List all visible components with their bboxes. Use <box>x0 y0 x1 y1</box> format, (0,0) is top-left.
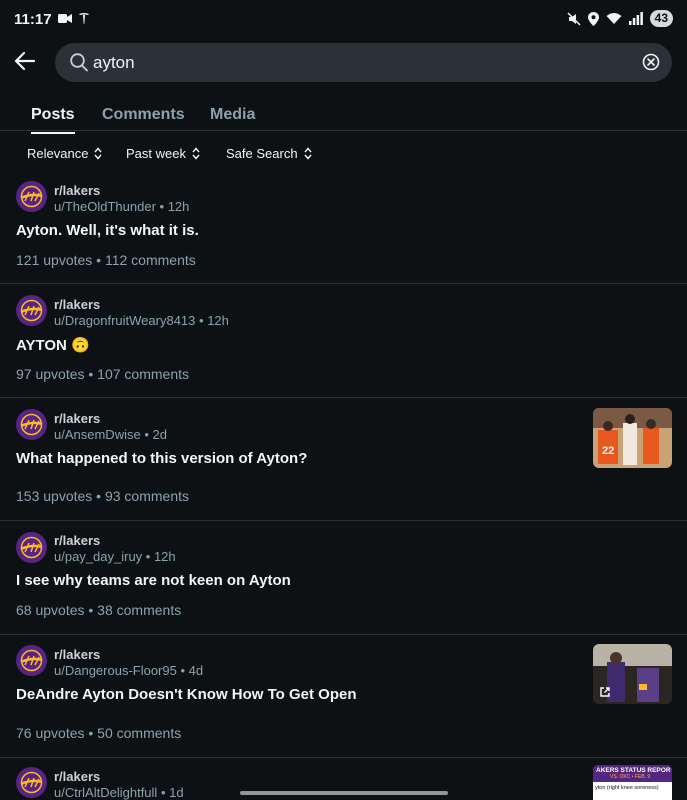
subreddit-avatar <box>16 767 47 798</box>
status-left-icons <box>58 12 90 24</box>
tesla-icon <box>79 13 89 24</box>
clear-icon[interactable] <box>642 53 660 71</box>
subreddit-avatar <box>16 181 47 212</box>
subreddit-avatar <box>16 409 47 440</box>
post-title: AYTON 🙃 <box>16 337 90 354</box>
tab-comments[interactable]: Comments <box>102 106 185 124</box>
video-camera-icon <box>58 13 72 23</box>
post-age: 4d <box>188 663 204 678</box>
status-time: 11:17 <box>14 11 52 28</box>
post-author[interactable]: u/CtrlAltDelightfull <box>54 785 157 800</box>
sort-filter[interactable]: Relevance <box>27 146 102 161</box>
post-meta: u/AnsemDwise • 2d <box>54 427 167 442</box>
lakers-logo-icon <box>20 185 43 208</box>
battery-indicator: 43 <box>649 10 673 27</box>
mute-icon <box>567 11 581 26</box>
chevron-up-down-icon <box>94 147 102 160</box>
time-filter-label: Past week <box>126 146 186 161</box>
search-input[interactable] <box>93 43 633 82</box>
subreddit-name[interactable]: r/lakers <box>54 297 100 312</box>
post-stats: 97 upvotes • 107 comments <box>16 366 189 382</box>
lakers-logo-icon <box>20 771 43 794</box>
search-tabs: Posts Comments Media <box>0 100 687 134</box>
arrow-left-icon <box>14 51 36 71</box>
status-right-icons: 43 <box>567 10 673 27</box>
post-author[interactable]: u/Dangerous-Floor95 <box>54 663 177 678</box>
lakers-logo-icon <box>20 536 43 559</box>
subreddit-avatar <box>16 645 47 676</box>
subreddit-avatar <box>16 295 47 326</box>
post-author[interactable]: u/TheOldThunder <box>54 199 156 214</box>
subreddit-name[interactable]: r/lakers <box>54 183 100 198</box>
basketball-photo: 22 <box>593 408 672 468</box>
status-report-subtitle: VS. OKC • FEB. 9 <box>610 774 651 780</box>
lakers-logo-icon <box>20 413 43 436</box>
post-meta: u/TheOldThunder • 12h <box>54 199 190 214</box>
chevron-up-down-icon <box>304 147 312 160</box>
subreddit-avatar <box>16 532 47 563</box>
location-icon <box>587 11 599 26</box>
subreddit-name[interactable]: r/lakers <box>54 411 100 426</box>
safe-search-filter-label: Safe Search <box>226 146 298 161</box>
post-title: Ayton. Well, it's what it is. <box>16 222 199 239</box>
post-age: 1d <box>169 785 184 800</box>
post-age: 12h <box>167 199 190 214</box>
post-meta: u/CtrlAltDelightfull • 1d <box>54 785 184 800</box>
chevron-up-down-icon <box>192 147 200 160</box>
filter-bar: Relevance Past week Safe Search <box>0 146 687 166</box>
post-meta: u/Dangerous-Floor95 • 4d <box>54 663 204 678</box>
tab-posts[interactable]: Posts <box>31 106 75 134</box>
lakers-logo-icon <box>20 649 43 672</box>
signal-icon <box>628 12 643 25</box>
subreddit-name[interactable]: r/lakers <box>54 533 100 548</box>
post-author[interactable]: u/pay_day_iruy <box>54 549 142 564</box>
post-card[interactable]: r/lakers u/pay_day_iruy • 12h I see why … <box>0 522 687 635</box>
wifi-icon <box>606 13 622 24</box>
lakers-logo-icon <box>20 299 43 322</box>
post-card[interactable]: r/lakers u/AnsemDwise • 2d What happened… <box>0 399 687 521</box>
status-report-header: AKERS STATUS REPOR VS. OKC • FEB. 9 <box>593 765 672 782</box>
external-link-icon <box>600 687 610 697</box>
post-stats: 76 upvotes • 50 comments <box>16 725 182 741</box>
search-bar[interactable] <box>55 43 672 82</box>
safe-search-filter[interactable]: Safe Search <box>226 146 312 161</box>
post-title: What happened to this version of Ayton? <box>16 450 308 467</box>
search-icon <box>70 53 88 72</box>
post-card[interactable]: r/lakers u/TheOldThunder • 12h Ayton. We… <box>0 171 687 284</box>
subreddit-name[interactable]: r/lakers <box>54 769 100 784</box>
post-thumbnail[interactable] <box>593 644 672 704</box>
post-title: DeAndre Ayton Doesn't Know How To Get Op… <box>16 686 357 703</box>
post-card[interactable]: r/lakers u/DragonfruitWeary8413 • 12h AY… <box>0 285 687 398</box>
post-author[interactable]: u/AnsemDwise <box>54 427 141 442</box>
jersey-number: 22 <box>602 445 614 457</box>
post-stats: 121 upvotes • 112 comments <box>16 252 196 268</box>
home-indicator[interactable] <box>240 791 448 795</box>
post-age: 12h <box>207 313 229 328</box>
subreddit-name[interactable]: r/lakers <box>54 647 100 662</box>
status-bar: 11:17 43 <box>0 0 687 40</box>
post-thumbnail[interactable]: AKERS STATUS REPOR VS. OKC • FEB. 9 yton… <box>593 765 672 800</box>
post-author[interactable]: u/DragonfruitWeary8413 <box>54 313 195 328</box>
post-stats: 68 upvotes • 38 comments <box>16 602 182 618</box>
post-title: I see why teams are not keen on Ayton <box>16 572 291 589</box>
post-meta: u/pay_day_iruy • 12h <box>54 549 176 564</box>
post-card[interactable]: r/lakers u/Dangerous-Floor95 • 4d DeAndr… <box>0 636 687 758</box>
post-stats: 153 upvotes • 93 comments <box>16 488 189 504</box>
post-age: 2d <box>152 427 167 442</box>
back-button[interactable] <box>14 50 42 76</box>
post-meta: u/DragonfruitWeary8413 • 12h <box>54 313 229 328</box>
status-report-title: AKERS STATUS REPOR <box>596 767 671 774</box>
sort-filter-label: Relevance <box>27 146 89 161</box>
post-thumbnail[interactable]: 22 <box>593 408 672 468</box>
tab-media[interactable]: Media <box>210 106 255 124</box>
status-report-line: yton (right knee soreness) <box>595 785 659 791</box>
post-age: 12h <box>153 549 176 564</box>
time-filter[interactable]: Past week <box>126 146 200 161</box>
